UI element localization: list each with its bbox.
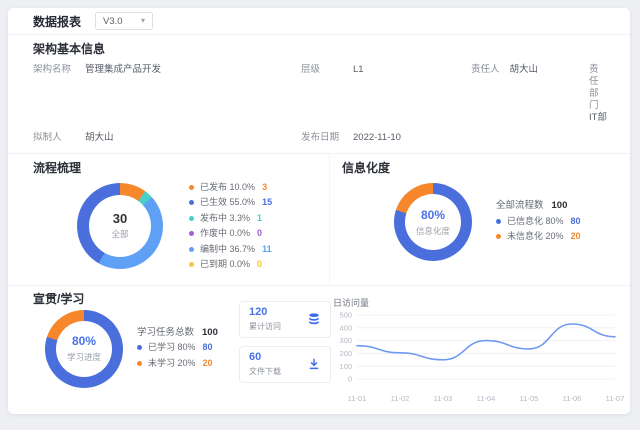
daily-visits-chart-title: 日访问量	[333, 296, 629, 309]
info-field-arch-name: 架构名称管理集成产品开发	[33, 64, 301, 124]
informatization-donut-chart: 80% 信息化度	[394, 183, 472, 261]
info-field-level: 层级L1	[301, 64, 471, 124]
learning-pct-value: 80%	[72, 334, 96, 349]
daily-visits-chart-block: 日访问量 0 100 200 300 400 500 11-01 11-02 11-03 11-0…	[331, 293, 629, 410]
section-title-informatization: 信息化度	[342, 162, 630, 175]
section-process-sorting: 流程梳理 30 全部 已发布 10.0%3 已生效 55.0%15 发布中 3.…	[8, 154, 330, 285]
daily-visits-chart: 0 100 200 300 400 500 11-01 11-02 11-03 11-04 11-0…	[331, 309, 629, 410]
learning-pct-label: 学习进度	[67, 351, 101, 363]
legend-item: 已信息化 80%80	[496, 216, 581, 227]
svg-text:11-06: 11-06	[563, 394, 582, 403]
section-informatization: 信息化度 80% 信息化度 全部流程数100 已信息化 80%80 未信息化 2…	[330, 154, 630, 285]
learning-total: 学习任务总数100	[137, 324, 233, 338]
legend-item: 已到期 0.0%0	[189, 259, 272, 270]
legend-item: 未学习 20%20	[137, 358, 233, 369]
report-header: 数据报表 V3.0 ▾	[8, 8, 630, 35]
stat-card-file-downloads: 60 文件下载	[239, 346, 331, 383]
info-field-drafter: 拟制人胡大山	[33, 132, 301, 144]
svg-text:200: 200	[339, 349, 352, 358]
svg-text:300: 300	[339, 336, 352, 345]
learning-donut-chart: 80% 学习进度	[45, 310, 123, 388]
informatization-pct-label: 信息化度	[416, 225, 450, 237]
section-basic-info: 架构基本信息 架构名称管理集成产品开发 层级L1 责任人胡大山 责任部门IT部 …	[8, 35, 630, 154]
total-visits-value: 120	[249, 306, 281, 319]
svg-text:11-04: 11-04	[477, 394, 496, 403]
svg-text:11-01: 11-01	[348, 394, 367, 403]
total-visits-label: 累计访问	[249, 321, 281, 332]
svg-text:11-07: 11-07	[606, 394, 625, 403]
svg-text:11-03: 11-03	[434, 394, 453, 403]
charts-row: 流程梳理 30 全部 已发布 10.0%3 已生效 55.0%15 发布中 3.…	[8, 154, 630, 286]
legend-item: 作废中 0.0%0	[189, 228, 272, 239]
section-title-basic-info: 架构基本信息	[33, 43, 605, 56]
process-total-label: 全部	[111, 228, 128, 240]
info-field-owner: 责任人胡大山	[471, 64, 589, 124]
dashboard-page: 数据报表 V3.0 ▾ 架构基本信息 架构名称管理集成产品开发 层级L1 责任人…	[0, 8, 640, 414]
svg-text:11-05: 11-05	[520, 394, 539, 403]
chevron-down-icon: ▾	[141, 17, 145, 25]
section-learning: 宣贯/学习 80% 学习进度 学习任务总数100 已学习 80%80 未学习 2…	[8, 286, 630, 415]
informatization-pct-value: 80%	[421, 208, 445, 223]
svg-text:500: 500	[339, 310, 352, 319]
database-icon	[307, 312, 321, 326]
version-select-value: V3.0	[103, 16, 123, 27]
section-title-process-sorting: 流程梳理	[33, 162, 329, 175]
info-field-release-date: 发布日期2022-11-10	[301, 132, 471, 144]
legend-item: 已学习 80%80	[137, 342, 233, 353]
file-downloads-value: 60	[249, 351, 281, 364]
legend-item: 已生效 55.0%15	[189, 197, 272, 208]
file-downloads-label: 文件下载	[249, 366, 281, 377]
legend-item: 发布中 3.3%1	[189, 213, 272, 224]
svg-text:100: 100	[339, 361, 352, 370]
svg-text:400: 400	[339, 323, 352, 332]
process-legend: 已发布 10.0%3 已生效 55.0%15 发布中 3.3%1 作废中 0.0…	[189, 177, 272, 275]
legend-item: 已发布 10.0%3	[189, 182, 272, 193]
page-title: 数据报表	[33, 13, 81, 30]
stat-card-total-visits: 120 累计访问	[239, 301, 331, 338]
info-field-dept: 责任部门IT部	[589, 64, 609, 124]
section-title-learning: 宣贯/学习	[33, 293, 233, 306]
svg-text:0: 0	[348, 374, 352, 383]
legend-item: 编制中 36.7%11	[189, 244, 272, 255]
info-grid: 架构名称管理集成产品开发 层级L1 责任人胡大山 责任部门IT部 拟制人胡大山 …	[33, 64, 605, 144]
informatization-total: 全部流程数100	[496, 197, 581, 211]
process-donut-chart: 30 全部	[77, 183, 163, 269]
download-icon	[307, 357, 321, 371]
version-select[interactable]: V3.0 ▾	[95, 12, 153, 30]
learning-legend: 已学习 80%80 未学习 20%20	[137, 342, 233, 369]
legend-item: 未信息化 20%20	[496, 231, 581, 242]
report-panel: 数据报表 V3.0 ▾ 架构基本信息 架构名称管理集成产品开发 层级L1 责任人…	[8, 8, 630, 414]
process-total-value: 30	[113, 211, 127, 226]
svg-text:11-02: 11-02	[391, 394, 410, 403]
informatization-legend: 已信息化 80%80 未信息化 20%20	[496, 216, 581, 243]
